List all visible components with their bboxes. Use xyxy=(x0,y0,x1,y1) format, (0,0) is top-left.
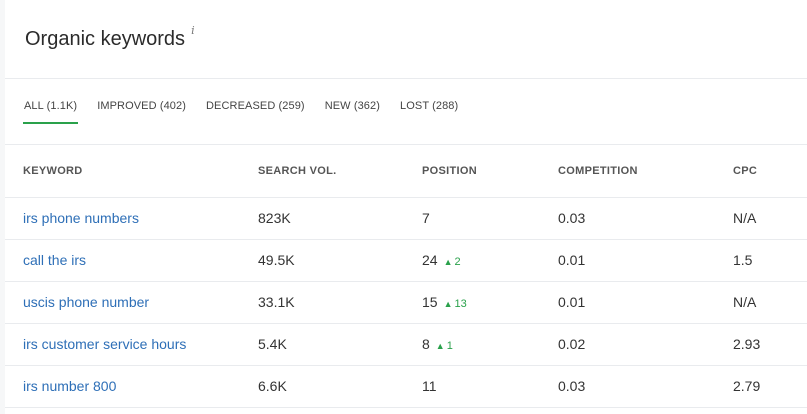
table-header-row: KEYWORD SEARCH VOL. POSITION COMPETITION… xyxy=(5,145,807,198)
cpc-value: N/A xyxy=(733,281,807,324)
card-header: Organic keywords i xyxy=(5,0,807,79)
position-delta: ▲ 13 xyxy=(444,298,467,310)
triangle-up-icon: ▲ xyxy=(443,257,453,267)
tab-new[interactable]: NEW (362) xyxy=(324,100,381,123)
tab-lost[interactable]: LOST (288) xyxy=(399,100,459,123)
cpc-value: 2.93 xyxy=(733,323,807,366)
info-icon[interactable]: i xyxy=(191,24,195,37)
keyword-link[interactable]: uscis phone number xyxy=(5,281,258,324)
position-delta-value: 2 xyxy=(454,256,461,268)
position-delta: ▲ 1 xyxy=(436,340,453,352)
table-row: irs number 800 6.6K 11 0.03 2.79 xyxy=(5,365,807,408)
col-search-vol[interactable]: SEARCH VOL. xyxy=(258,145,422,198)
competition-value: 0.02 xyxy=(558,323,733,366)
position-value: 24 xyxy=(422,252,438,268)
position-delta-value: 1 xyxy=(446,340,453,352)
organic-keywords-card: Organic keywords i ALL (1.1K) IMPROVED (… xyxy=(5,0,807,414)
table-row: irs customer service hours 5.4K 8 ▲ 1 0.02… xyxy=(5,323,807,366)
competition-value: 0.03 xyxy=(558,197,733,240)
col-keyword[interactable]: KEYWORD xyxy=(5,145,258,198)
col-position[interactable]: POSITION xyxy=(422,145,558,198)
position-cell: 8 ▲ 1 xyxy=(422,323,558,366)
triangle-up-icon: ▲ xyxy=(435,341,445,351)
search-vol-value: 5.4K xyxy=(258,323,422,366)
position-value: 11 xyxy=(422,378,437,394)
keyword-link[interactable]: irs customer service hours xyxy=(5,323,258,366)
search-vol-value: 33.1K xyxy=(258,281,422,324)
filter-tabs: ALL (1.1K) IMPROVED (402) DECREASED (259… xyxy=(5,79,807,145)
col-competition[interactable]: COMPETITION xyxy=(558,145,733,198)
table-row: call the irs 49.5K 24 ▲ 2 0.01 1.5 xyxy=(5,239,807,282)
cpc-value: N/A xyxy=(733,197,807,240)
position-cell: 11 xyxy=(422,365,558,408)
table-row: uscis phone number 33.1K 15 ▲ 13 0.01 N/A xyxy=(5,281,807,324)
cpc-value: 2.79 xyxy=(733,365,807,408)
cpc-value: 1.5 xyxy=(733,239,807,282)
position-value: 15 xyxy=(422,294,438,310)
competition-value: 0.03 xyxy=(558,365,733,408)
keyword-link[interactable]: call the irs xyxy=(5,239,258,282)
position-delta-value: 13 xyxy=(454,298,467,310)
triangle-up-icon: ▲ xyxy=(443,299,453,309)
position-value: 8 xyxy=(422,336,430,352)
table-row: irs phone numbers 823K 7 0.03 N/A xyxy=(5,197,807,240)
search-vol-value: 823K xyxy=(258,197,422,240)
keywords-table: KEYWORD SEARCH VOL. POSITION COMPETITION… xyxy=(5,145,807,408)
position-cell: 7 xyxy=(422,197,558,240)
position-value: 7 xyxy=(422,210,430,226)
keyword-link[interactable]: irs number 800 xyxy=(5,365,258,408)
position-delta: ▲ 2 xyxy=(444,256,461,268)
tab-decreased[interactable]: DECREASED (259) xyxy=(205,100,306,123)
col-cpc[interactable]: CPC xyxy=(733,145,807,198)
tab-improved[interactable]: IMPROVED (402) xyxy=(96,100,187,123)
keyword-link[interactable]: irs phone numbers xyxy=(5,197,258,240)
search-vol-value: 49.5K xyxy=(258,239,422,282)
tab-all[interactable]: ALL (1.1K) xyxy=(23,100,79,140)
competition-value: 0.01 xyxy=(558,239,733,282)
competition-value: 0.01 xyxy=(558,281,733,324)
card-title: Organic keywords xyxy=(25,27,186,50)
position-cell: 24 ▲ 2 xyxy=(422,239,558,282)
search-vol-value: 6.6K xyxy=(258,365,422,408)
position-cell: 15 ▲ 13 xyxy=(422,281,558,324)
